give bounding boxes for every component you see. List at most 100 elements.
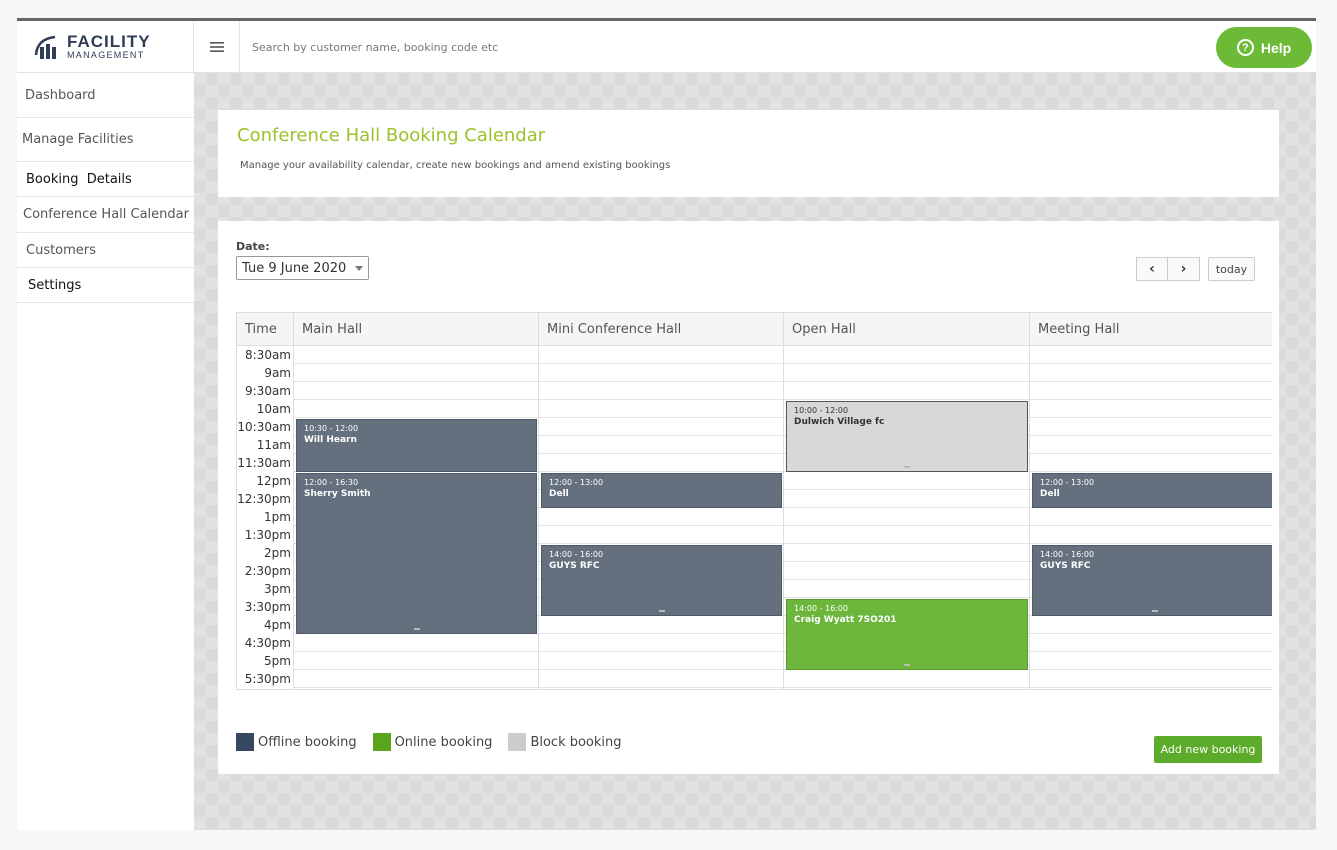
time-slot-label: 8:30am	[245, 348, 291, 362]
time-slot-label: 10:30am	[237, 420, 291, 434]
time-slot-label: 2:30pm	[244, 564, 291, 578]
booking-event[interactable]: 14:00 - 16:00 GUYS RFC	[1032, 545, 1272, 616]
calendar-header: Time Main Hall Mini Conference Hall Open…	[237, 312, 1272, 346]
logo[interactable]: FACILITY MANAGEMENT	[17, 21, 194, 73]
column-header-mini-conference-hall: Mini Conference Hall	[539, 313, 784, 346]
time-slot-label: 11am	[256, 438, 291, 452]
logo-line1: FACILITY	[67, 32, 151, 51]
legend-swatch-online	[372, 733, 391, 751]
time-slot-label: 3:30pm	[244, 600, 291, 614]
logo-icon	[33, 33, 63, 61]
time-slot-label: 2pm	[264, 546, 291, 560]
logo-line2: MANAGEMENT	[67, 50, 145, 60]
legend: Offline booking Online booking Block boo…	[236, 733, 638, 751]
booking-time: 12:00 - 13:00	[549, 478, 604, 487]
page-title: Conference Hall Booking Calendar	[237, 125, 546, 146]
resize-handle-icon[interactable]	[413, 628, 420, 630]
date-value: Tue 9 June 2020	[242, 260, 347, 276]
column-divider	[783, 346, 784, 689]
booking-name: GUYS RFC	[1040, 561, 1091, 571]
booking-calendar: Time Main Hall Mini Conference Hall Open…	[236, 312, 1272, 690]
time-slot-label: 11:30am	[237, 456, 291, 470]
booking-time: 10:30 - 12:00	[304, 424, 359, 433]
legend-offline: Offline booking	[236, 733, 357, 751]
time-slot-label: 9am	[264, 366, 291, 380]
booking-name: Dulwich Village fc	[794, 417, 885, 427]
booking-name: GUYS RFC	[549, 561, 600, 571]
chevron-right-icon: ›	[1180, 261, 1187, 277]
legend-swatch-block	[508, 733, 527, 751]
column-divider	[293, 346, 294, 689]
sidebar-item-conference-hall-calendar[interactable]: Conference Hall Calendar	[17, 197, 194, 233]
booking-time: 14:00 - 16:00	[794, 604, 849, 613]
sidebar-item-customers[interactable]: Customers	[17, 233, 194, 268]
booking-event[interactable]: 12:00 - 13:00 Dell	[541, 473, 782, 508]
prev-day-button[interactable]: ‹	[1136, 257, 1168, 281]
sidebar-item-label: Manage Facilities	[22, 132, 134, 147]
booking-event[interactable]: 14:00 - 16:00 Craig Wyatt 7SO201	[786, 599, 1028, 670]
time-slot-label: 4:30pm	[244, 636, 291, 650]
legend-label: Online booking	[394, 734, 493, 750]
booking-time: 10:00 - 12:00	[794, 406, 849, 415]
chevron-left-icon: ‹	[1149, 261, 1155, 277]
page-header-card: Conference Hall Booking Calendar Manage …	[218, 110, 1279, 197]
page-subtitle: Manage your availability calendar, creat…	[240, 160, 671, 171]
time-slot-label: 4pm	[264, 618, 291, 632]
booking-name: Dell	[1040, 489, 1060, 499]
calendar-nav: ‹ ›	[1136, 257, 1200, 281]
resize-handle-icon[interactable]	[1152, 610, 1158, 612]
time-slot-label: 12:30pm	[237, 492, 291, 506]
help-button[interactable]: ? Help	[1216, 27, 1312, 68]
sidebar-item-settings[interactable]: Settings	[17, 268, 194, 303]
sidebar-item-label: Booking Details	[26, 171, 132, 187]
time-slot-label: 5:30pm	[244, 672, 291, 686]
legend-swatch-offline	[236, 733, 254, 751]
booking-event[interactable]: 10:30 - 12:00 Will Hearn	[296, 419, 537, 472]
booking-time: 12:00 - 13:00	[1040, 478, 1095, 487]
resize-handle-icon[interactable]	[904, 664, 910, 666]
calendar-card: Date: Tue 9 June 2020 ‹ › today Time Mai…	[218, 221, 1279, 774]
booking-event[interactable]: 14:00 - 16:00 GUYS RFC	[541, 545, 782, 616]
caret-down-icon	[355, 266, 363, 271]
time-slot-label: 5pm	[264, 654, 291, 668]
legend-online: Online booking	[372, 733, 493, 751]
hamburger-menu-icon[interactable]	[194, 21, 240, 72]
resize-handle-icon[interactable]	[658, 610, 665, 612]
time-column-header: Time	[237, 313, 294, 346]
column-header-meeting-hall: Meeting Hall	[1038, 322, 1120, 337]
today-button[interactable]: today	[1208, 257, 1255, 281]
booking-name: Craig Wyatt 7SO201	[794, 615, 897, 625]
time-slot-label: 1:30pm	[244, 528, 291, 542]
sidebar-item-label: Dashboard	[25, 87, 96, 103]
sidebar-item-label: Settings	[28, 277, 82, 293]
time-slot-label: 3pm	[264, 582, 291, 596]
next-day-button[interactable]: ›	[1168, 257, 1200, 281]
booking-event[interactable]: 12:00 - 16:30 Sherry Smith	[296, 473, 537, 634]
legend-label: Offline booking	[258, 734, 357, 750]
help-label: Help	[1260, 39, 1292, 56]
booking-time: 12:00 - 16:30	[304, 478, 359, 487]
time-slot-label: 9:30am	[245, 384, 291, 398]
search-input[interactable]	[252, 35, 852, 59]
sidebar-item-manage-facilities[interactable]: Manage Facilities	[17, 118, 194, 162]
date-label: Date:	[236, 240, 270, 253]
booking-event[interactable]: 10:00 - 12:00 Dulwich Village fc	[786, 401, 1028, 472]
date-select[interactable]: Tue 9 June 2020	[236, 256, 369, 280]
sidebar-item-dashboard[interactable]: Dashboard	[17, 73, 194, 118]
time-slot-label: 1pm	[264, 510, 291, 524]
booking-time: 14:00 - 16:00	[1040, 550, 1095, 559]
sidebar-item-booking-details[interactable]: Booking Details	[17, 162, 194, 197]
sidebar: Dashboard Manage Facilities Booking Deta…	[17, 73, 194, 830]
column-header-main-hall: Main Hall	[294, 313, 539, 346]
booking-name: Sherry Smith	[304, 489, 371, 499]
sidebar-item-label: Conference Hall Calendar	[23, 207, 189, 222]
help-icon: ?	[1236, 39, 1254, 56]
legend-label: Block booking	[530, 734, 622, 750]
column-header-open-hall: Open Hall	[784, 313, 1030, 346]
sidebar-item-label: Customers	[26, 242, 96, 258]
resize-handle-icon[interactable]	[904, 466, 910, 468]
time-slot-label: 10am	[256, 402, 291, 416]
legend-block: Block booking	[508, 733, 622, 751]
add-new-booking-button[interactable]: Add new booking	[1154, 736, 1262, 763]
booking-event[interactable]: 12:00 - 13:00 Dell	[1032, 473, 1272, 508]
